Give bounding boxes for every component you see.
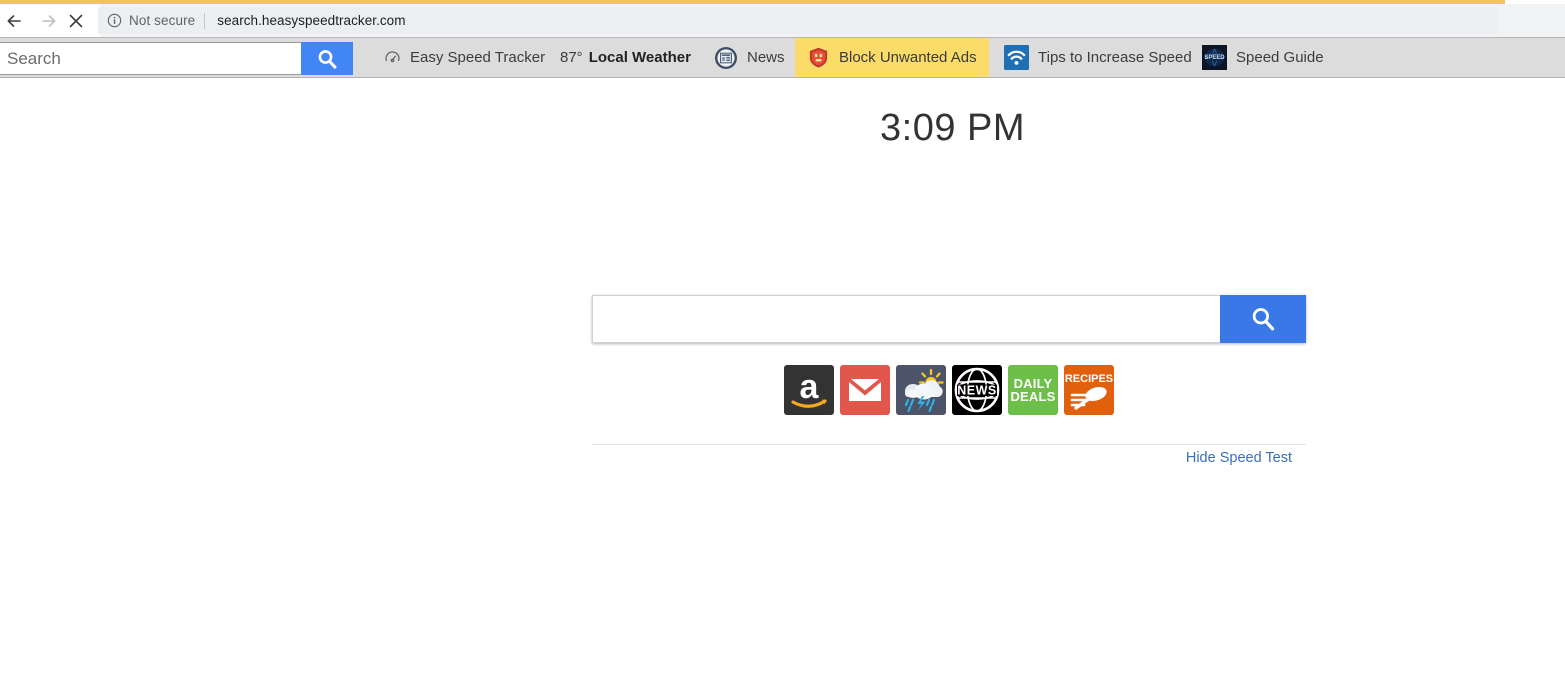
svg-text:SPEED: SPEED	[1204, 55, 1225, 61]
arrow-left-icon	[7, 15, 21, 27]
amazon-shortcut[interactable]: a	[784, 365, 834, 415]
toolbar-search-button[interactable]	[301, 42, 353, 75]
extension-toolbar: Easy Speed Tracker 87° Local Weather New…	[0, 37, 1565, 78]
arrow-right-icon	[42, 15, 56, 27]
speedometer-icon	[384, 49, 401, 66]
daily-deals-shortcut[interactable]: DAILY DEALS	[1008, 365, 1058, 415]
weather-shortcut[interactable]	[896, 365, 946, 415]
stop-loading-button[interactable]	[63, 8, 89, 34]
toolbar-item-news[interactable]: News	[702, 38, 797, 77]
toolbar-item-label: Tips to Increase Speed	[1038, 49, 1192, 66]
toolbar-item-label: News	[747, 49, 785, 66]
toolbar-search-input[interactable]	[0, 42, 301, 75]
main-search-area	[592, 295, 1306, 343]
close-x-icon	[69, 14, 83, 28]
storm-weather-icon	[904, 368, 944, 413]
svg-text:NEWS: NEWS	[957, 384, 997, 398]
back-button[interactable]	[1, 8, 27, 34]
security-status-label: Not secure	[129, 13, 196, 28]
clock-display: 3:09 PM	[880, 107, 1026, 149]
toolbar-item-label: Speed Guide	[1236, 49, 1324, 66]
newspaper-icon	[714, 46, 738, 70]
site-security-chip[interactable]: Not secure	[98, 7, 204, 34]
forward-button	[36, 8, 62, 34]
page-content: 3:09 PM a NEWS DAILY DEALS RECIPES Hide …	[0, 79, 1565, 698]
info-circle-icon	[107, 13, 122, 28]
gmail-shortcut[interactable]	[840, 365, 890, 415]
toolbar-item-block-unwanted-ads[interactable]: Block Unwanted Ads	[795, 38, 989, 77]
main-search-row	[592, 295, 1306, 343]
svg-text:a: a	[800, 368, 820, 406]
toolbar-item-label: Local Weather	[588, 49, 691, 66]
address-bar-url: search.heasyspeedtracker.com	[217, 13, 406, 28]
wifi-icon	[1004, 45, 1029, 70]
toolbar-item-label: Easy Speed Tracker	[410, 49, 546, 66]
hide-speed-test-link[interactable]: Hide Speed Test	[592, 450, 1292, 466]
toolbar-item-speed-guide[interactable]: SPEED Speed Guide	[1190, 38, 1336, 77]
content-divider	[592, 444, 1306, 445]
svg-text:RECIPES: RECIPES	[1065, 373, 1113, 385]
toolbar-item-label: Block Unwanted Ads	[839, 49, 977, 66]
toolbar-item-local-weather[interactable]: 87° Local Weather	[548, 38, 703, 77]
news-globe-icon: NEWS	[954, 367, 1000, 413]
main-search-button[interactable]	[1220, 295, 1306, 343]
main-search-input[interactable]	[592, 295, 1220, 343]
toolbar-search-group	[0, 42, 353, 75]
news-shortcut[interactable]: NEWS	[952, 365, 1002, 415]
daily-deals-line-2: DEALS	[1010, 389, 1056, 404]
toolbar-item-tips-to-increase-speed[interactable]: Tips to Increase Speed	[992, 38, 1204, 77]
recipes-shortcut[interactable]: RECIPES	[1064, 365, 1114, 415]
search-icon	[1252, 308, 1275, 331]
recipes-utensils-icon: RECIPES	[1065, 373, 1113, 410]
envelope-icon	[848, 378, 882, 401]
speed-globe-icon: SPEED	[1202, 45, 1227, 70]
weather-temperature: 87°	[560, 49, 583, 66]
daily-deals-label: DAILY DEALS	[1010, 377, 1055, 403]
amazon-icon: a	[791, 368, 827, 408]
shield-icon	[807, 46, 830, 69]
shortcut-tiles: a NEWS DAILY DEALS RECIPES	[592, 365, 1306, 415]
search-icon	[318, 49, 337, 69]
address-bar[interactable]: Not secure search.heasyspeedtracker.com	[98, 7, 1498, 34]
toolbar-item-easy-speed-tracker[interactable]: Easy Speed Tracker	[372, 38, 557, 77]
